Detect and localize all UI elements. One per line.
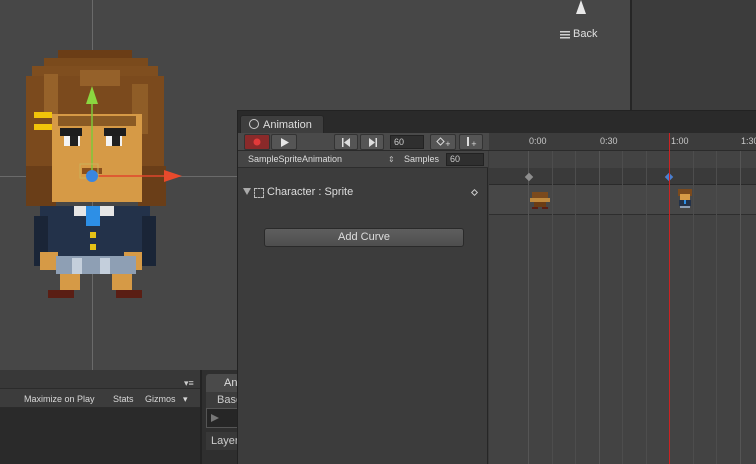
tick-label-0: 0:00 bbox=[529, 136, 547, 146]
foldout-arrow-icon[interactable] bbox=[243, 188, 251, 195]
timeline-gridline bbox=[599, 151, 600, 464]
samples-label: Samples bbox=[404, 154, 440, 164]
scene-orientation-cone-icon[interactable] bbox=[575, 0, 587, 16]
play-icon bbox=[280, 138, 289, 147]
pivot-handle-icon bbox=[86, 170, 98, 182]
next-keyframe-icon bbox=[368, 138, 377, 147]
animator-window: Animator Base Layers bbox=[200, 370, 242, 464]
prev-keyframe-button[interactable] bbox=[334, 134, 358, 150]
sprite-keyframe-thumb-0[interactable] bbox=[529, 189, 551, 211]
gizmos-dropdown[interactable]: Gizmos bbox=[145, 391, 176, 407]
add-event-icon: + bbox=[467, 137, 477, 148]
timeline-gridline bbox=[622, 151, 623, 464]
playhead[interactable] bbox=[669, 133, 670, 464]
sprite-keyframe-thumb-1[interactable] bbox=[674, 188, 696, 210]
property-row-character-sprite[interactable]: Character : Sprite bbox=[238, 185, 488, 201]
game-view-toolbar: Maximize on Play Stats Gizmos ▾ bbox=[0, 388, 200, 408]
sprite-renderer-icon bbox=[254, 188, 264, 198]
timeline-gridline bbox=[740, 151, 741, 464]
play-button[interactable] bbox=[271, 134, 297, 150]
record-button[interactable] bbox=[244, 134, 270, 150]
animation-tabbar: Animation bbox=[238, 111, 756, 133]
timeline-gridline bbox=[716, 151, 717, 464]
unity-editor: Back ▾≡ Maximize on Play Stats Gizmos ▾ … bbox=[0, 0, 756, 464]
add-curve-button[interactable]: Add Curve bbox=[264, 228, 464, 247]
tab-animation[interactable]: Animation bbox=[240, 115, 324, 133]
add-keyframe-button[interactable]: + bbox=[430, 134, 456, 150]
play-icon bbox=[211, 414, 219, 422]
record-icon bbox=[253, 138, 261, 146]
prev-keyframe-icon bbox=[341, 138, 350, 147]
game-view-tabbar bbox=[0, 370, 200, 388]
scene-gizmo-panel bbox=[630, 0, 756, 110]
time-ruler[interactable]: 0:00 0:30 1:00 1:30 bbox=[489, 133, 756, 151]
svg-text:+: + bbox=[471, 140, 477, 147]
maximize-on-play-toggle[interactable]: Maximize on Play bbox=[24, 391, 95, 407]
tick-label-2: 1:00 bbox=[671, 136, 689, 146]
clip-dropdown[interactable]: SampleSpriteAnimation bbox=[242, 152, 400, 167]
animation-tab-label: Animation bbox=[263, 119, 312, 131]
scene-view-back-label[interactable]: Back bbox=[573, 28, 597, 40]
clip-row: SampleSpriteAnimation ⇕ Samples 60 bbox=[238, 151, 488, 168]
timeline-gridline bbox=[575, 151, 576, 464]
game-view[interactable] bbox=[0, 408, 200, 464]
dopesheet-timeline[interactable]: 0:00 0:30 1:00 1:30 bbox=[489, 133, 756, 464]
current-frame-field[interactable]: 60 bbox=[390, 135, 424, 149]
clock-icon bbox=[249, 119, 259, 129]
tick-label-3: 1:30 bbox=[741, 136, 756, 146]
tick-label-1: 0:30 bbox=[600, 136, 618, 146]
y-axis-handle-icon bbox=[86, 86, 98, 104]
move-gizmo[interactable] bbox=[0, 0, 200, 300]
gizmos-dropdown-arrow-icon[interactable]: ▾ bbox=[183, 391, 188, 407]
add-event-button[interactable]: + bbox=[459, 134, 483, 150]
property-label: Character : Sprite bbox=[267, 186, 354, 198]
samples-field[interactable]: 60 bbox=[446, 153, 484, 166]
add-keyframe-icon: + bbox=[436, 137, 451, 148]
stats-toggle[interactable]: Stats bbox=[113, 391, 134, 407]
keyframe-diamond-icon[interactable] bbox=[470, 188, 479, 197]
dropdown-arrows-icon[interactable]: ⇕ bbox=[388, 152, 395, 167]
next-keyframe-button[interactable] bbox=[360, 134, 384, 150]
timeline-gridline bbox=[552, 151, 553, 464]
svg-text:+: + bbox=[445, 140, 450, 147]
x-axis-handle-icon bbox=[164, 170, 182, 182]
timeline-gridline bbox=[646, 151, 647, 464]
animation-window: Animation 60 + + SampleSpriteAnimation ⇕… bbox=[237, 110, 756, 464]
hamburger-menu-icon[interactable] bbox=[560, 31, 570, 39]
animation-property-panel: SampleSpriteAnimation ⇕ Samples 60 Chara… bbox=[238, 151, 488, 464]
